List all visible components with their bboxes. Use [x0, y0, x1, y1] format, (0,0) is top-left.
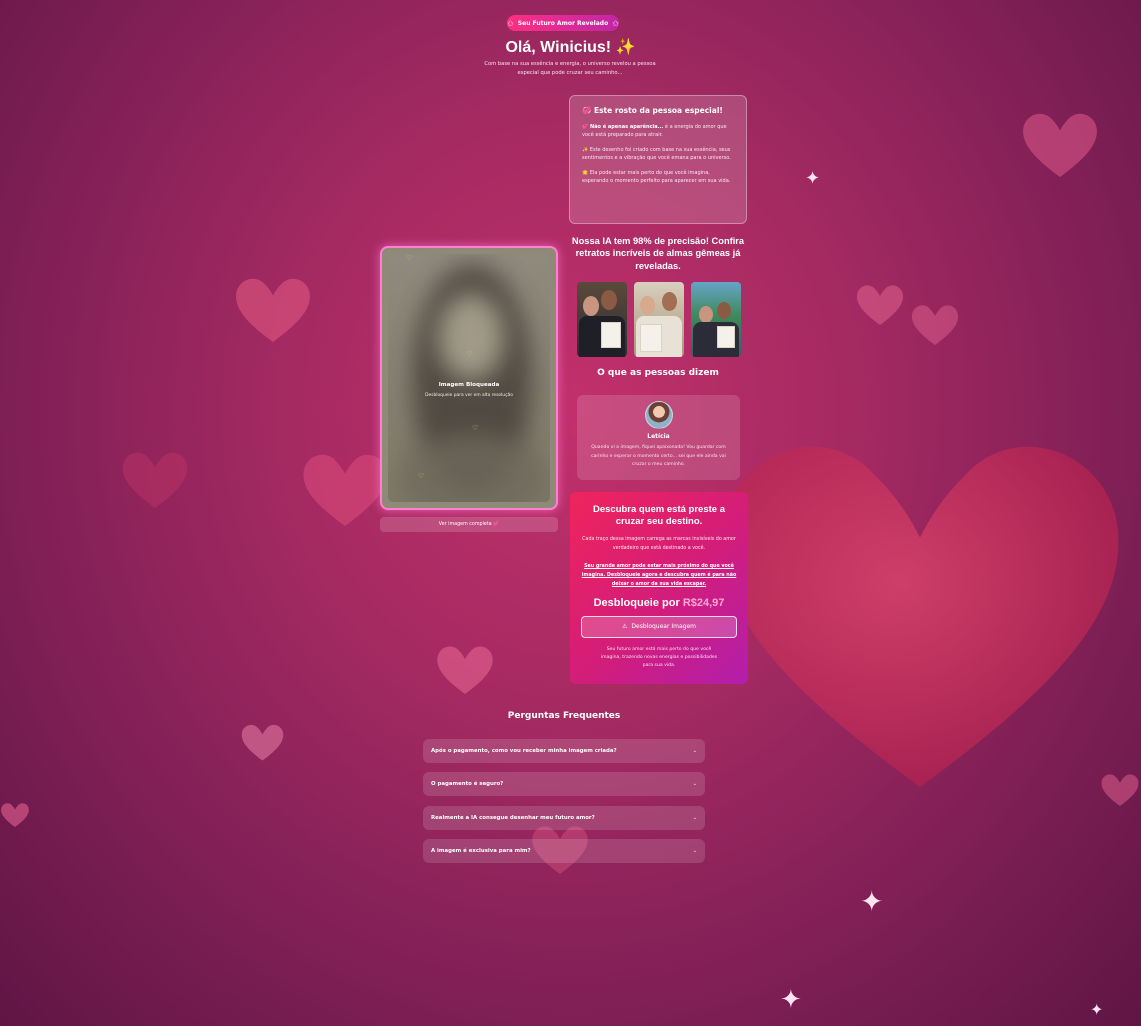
info-card-paragraph: ✨ Este desenho foi criado com base na su…	[582, 146, 731, 162]
thumbnail-person	[699, 306, 713, 323]
info-card: 💞 Este rosto da pessoa especial! 💕 Não é…	[569, 95, 747, 224]
star-icon: ✩	[507, 18, 514, 28]
background-heart	[303, 454, 387, 526]
gallery-thumbnail[interactable]	[577, 282, 627, 357]
page-title: Olá, Winicius! ✨	[505, 39, 636, 56]
unlock-card-highlight: Seu grande amor pode estar mais próximo …	[581, 563, 737, 587]
sparkle-icon: ✦	[1090, 1000, 1104, 1019]
heart-icon: ♡	[472, 424, 479, 432]
testimonial-text: Quando vi a imagem, fiquei apaixonada! V…	[591, 445, 726, 467]
thumbnail-drawing	[601, 322, 621, 348]
price-label: Desbloqueie por	[593, 596, 680, 609]
background-heart	[856, 285, 904, 325]
blurred-portrait	[388, 254, 550, 502]
locked-image-title: Imagem Bloqueada	[438, 382, 500, 388]
heart-icon: ♡	[466, 350, 473, 358]
background-heart	[911, 305, 959, 345]
chevron-down-icon: ⌄	[692, 781, 697, 787]
sparkle-icon: ✦	[805, 168, 821, 189]
locked-image-frame[interactable]: ♡ ♡ ♡ ♡	[380, 246, 558, 510]
unlock-button-label: Desbloquear Imagem	[631, 623, 696, 631]
background-large-heart	[721, 446, 1119, 787]
faq-title: Perguntas Frequentes	[507, 711, 621, 721]
testimonials-heading: O que as pessoas dizem	[597, 368, 719, 378]
thumbnail-person	[583, 296, 599, 316]
faq-question: Após o pagamento, como vou receber minha…	[431, 748, 617, 754]
background-heart	[241, 724, 284, 761]
chevron-down-icon: ⌄	[692, 848, 697, 854]
faq-item[interactable]: A imagem é exclusiva para mim? ⌄	[423, 839, 705, 863]
warning-icon: ⚠	[622, 623, 628, 631]
unlock-image-button[interactable]: ⚠ Desbloquear Imagem	[581, 615, 737, 638]
unlock-card-footer: Seu futuro amor está mais perto do que v…	[600, 646, 718, 668]
background-heart	[236, 278, 310, 342]
faq-item[interactable]: Realmente a IA consegue desenhar meu fut…	[423, 806, 705, 830]
background-heart	[1, 803, 29, 827]
faq-question: Realmente a IA consegue desenhar meu fut…	[431, 815, 595, 821]
testimonial-card: Letícia Quando vi a imagem, fiquei apaix…	[577, 395, 740, 480]
info-card-title: 💞 Este rosto da pessoa especial!	[582, 106, 723, 115]
locked-image-subtitle: Desbloqueie para ver em alta resolução	[425, 393, 513, 398]
gallery-thumbnail[interactable]	[691, 282, 741, 357]
background-heart	[122, 452, 188, 508]
blur-face	[438, 294, 504, 380]
chevron-down-icon: ⌄	[692, 815, 697, 821]
header-badge: ✩ Seu Futuro Amor Revelado ✩	[507, 15, 619, 31]
heart-icon: ♡	[418, 472, 425, 480]
page-subtitle: Com base na sua essência e energia, o un…	[484, 61, 656, 76]
faq-item[interactable]: O pagamento é seguro? ⌄	[423, 772, 705, 796]
heart-icon: ♡	[406, 254, 413, 262]
see-full-image-button[interactable]: Ver imagem completa 💕	[380, 517, 558, 532]
badge-label: Seu Futuro Amor Revelado	[517, 19, 609, 27]
thumbnail-drawing	[717, 326, 735, 348]
info-card-paragraph: 🌟 Ela pode estar mais perto do que você …	[582, 169, 731, 185]
sparkle-icon: ✦	[780, 985, 802, 1015]
faq-question: O pagamento é seguro?	[431, 781, 504, 787]
unlock-card-text: Cada traço dessa imagem carrega as marca…	[582, 536, 736, 551]
background-heart	[1023, 113, 1097, 177]
testimonial-name: Letícia	[647, 433, 670, 440]
sparkle-icon: ✦	[860, 885, 884, 918]
unlock-card-title: Descubra quem está preste a cruzar seu d…	[592, 504, 725, 528]
background-heart	[1101, 774, 1139, 806]
info-card-paragraph: 💕 Não é apenas aparência... é a energia …	[582, 123, 734, 140]
unlock-card: Descubra quem está preste a cruzar seu d…	[570, 492, 748, 684]
avatar	[644, 401, 673, 429]
price-value: R$24,97	[682, 596, 725, 609]
thumbnail-drawing	[640, 324, 662, 352]
thumbnail-person	[601, 290, 617, 310]
faq-question: A imagem é exclusiva para mim?	[431, 848, 531, 854]
star-icon: ✩	[612, 18, 619, 28]
gallery-thumbnail[interactable]	[634, 282, 684, 357]
thumbnail-person	[662, 292, 677, 311]
background-heart	[437, 646, 493, 694]
gallery-heading: Nossa IA tem 98% de precisão! Confira re…	[571, 236, 745, 271]
thumbnail-person	[640, 296, 655, 315]
info-card-strong: 💕 Não é apenas aparência...	[582, 124, 664, 130]
price: Desbloqueie por R$24,97	[580, 597, 738, 609]
thumbnail-person	[717, 302, 731, 319]
chevron-down-icon: ⌄	[692, 748, 697, 754]
blur-shoulders	[398, 434, 548, 502]
faq-item[interactable]: Após o pagamento, como vou receber minha…	[423, 739, 705, 763]
